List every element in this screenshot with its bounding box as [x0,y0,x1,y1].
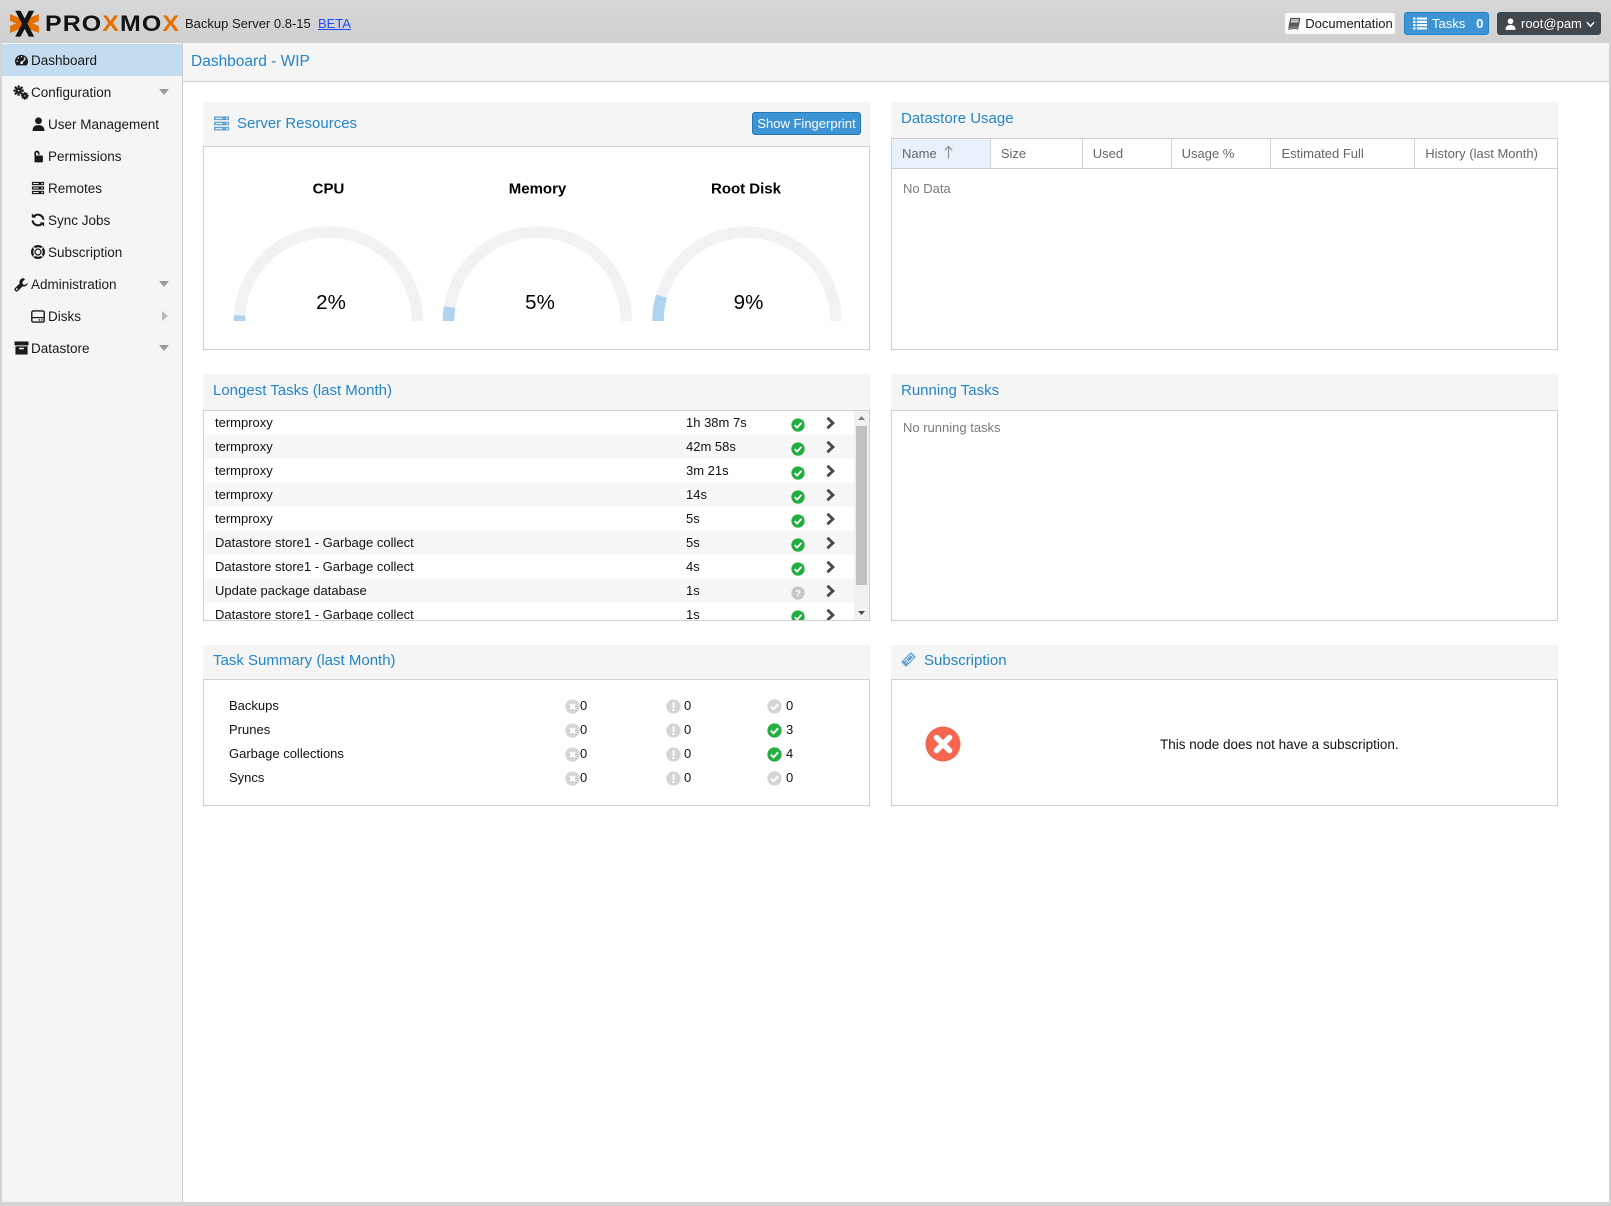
svg-text:5%: 5% [525,291,555,314]
svg-text:PROXMOX: PROXMOX [45,11,180,35]
svg-text:CPU: CPU [313,181,345,198]
svg-text:Root Disk: Root Disk [711,181,782,198]
svg-text:2%: 2% [316,291,346,314]
svg-text:9%: 9% [734,291,764,314]
svg-text:?: ? [795,589,801,600]
svg-text:Memory: Memory [509,181,567,198]
